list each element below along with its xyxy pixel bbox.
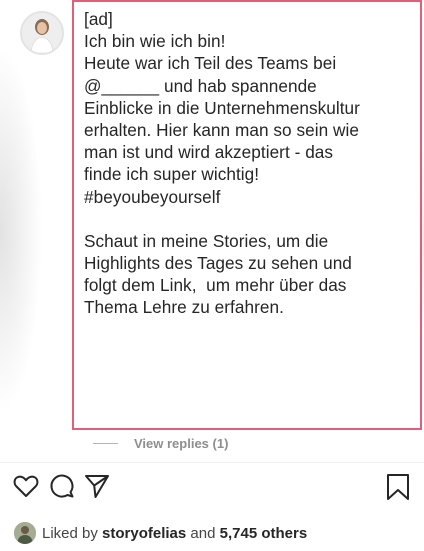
comment-icon[interactable]: [48, 472, 78, 502]
liker-avatar[interactable]: [14, 522, 36, 544]
avatar[interactable]: [20, 11, 64, 55]
caption-line: Heute war ich Teil des Teams bei: [84, 53, 337, 74]
share-icon[interactable]: [83, 472, 113, 502]
liked-user-link[interactable]: storyofelias: [102, 525, 186, 542]
caption-line: folgt dem Link, um mehr über das: [84, 275, 347, 296]
caption-line: @______ und hab spannende: [84, 75, 317, 96]
likes-summary: Liked by storyofelias and 5,745 others: [14, 522, 307, 544]
caption-line: finde ich super wichtig!: [84, 164, 260, 185]
liked-prefix: Liked by: [42, 524, 103, 542]
post-caption: [ad] Ich bin wie ich bin! Heute war ich Te…: [84, 8, 419, 319]
post-actions-bar: [0, 472, 424, 506]
caption-highlight-box: [ad] Ich bin wie ich bin! Heute war ich Te…: [72, 0, 422, 430]
liked-count-link[interactable]: 5,745 others: [220, 525, 308, 542]
bookmark-icon[interactable]: [384, 472, 414, 502]
replies-dash: [93, 443, 118, 444]
view-replies-button[interactable]: View replies (1): [93, 436, 228, 451]
caption-line: Schaut in meine Stories, um die: [84, 230, 329, 251]
heart-icon[interactable]: [12, 472, 42, 502]
caption-line: Einblicke in die Unternehmenskultur: [84, 97, 360, 118]
view-replies-label: View replies (1): [134, 436, 229, 451]
caption-line: Ich bin wie ich bin!: [84, 31, 226, 52]
caption-line: Thema Lehre zu erfahren.: [84, 297, 284, 318]
caption-line: man ist und wird akzeptiert - das: [84, 142, 334, 163]
caption-line: [84, 208, 419, 230]
avatar-image: [22, 13, 62, 53]
caption-line: [ad]: [84, 9, 113, 29]
caption-line: #beyoubeyourself: [84, 186, 221, 207]
caption-line: erhalten. Hier kann man so sein wie: [84, 120, 359, 141]
liked-middle: and: [186, 524, 220, 542]
caption-line: Highlights des Tages zu sehen und: [84, 253, 352, 274]
divider: [0, 462, 424, 463]
